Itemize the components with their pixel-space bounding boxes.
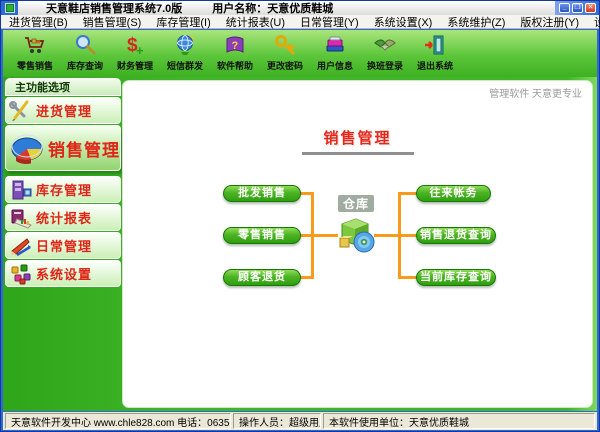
connector-left-stub-1 [299,192,313,195]
key-icon [272,32,298,58]
sidebar-item-label: 库存管理 [36,180,92,199]
toolbar-label: 财务管理 [117,59,153,72]
sidebar-item-label: 系统设置 [36,264,92,283]
toolbar-label: 零售销售 [17,59,53,72]
warehouse-icon [329,214,383,259]
toolbar-button-finance[interactable]: $+ 财务管理 [110,32,160,76]
sidebar-header: 主功能选项 [5,78,121,96]
toolbar-button-shift-login[interactable]: 换班登录 [360,32,410,76]
close-button[interactable]: ✕ [585,3,596,13]
sidebar-item-label: 统计报表 [36,208,92,227]
statusbar: 天意软件开发中心 www.chle828.com 电话：0635-7987905… [3,412,597,430]
sidebar-item-label: 日常管理 [36,236,92,255]
toolbar-label: 用户信息 [317,59,353,72]
menu-item-sales[interactable]: 销售管理(S) [83,14,142,30]
finance-icon: $+ [122,32,148,58]
connector-left-stub-2 [299,234,313,237]
toolbar-button-user-info[interactable]: 用户信息 [310,32,360,76]
sidebar-item-daily[interactable]: 日常管理 [5,232,121,259]
toolbar-label: 退出系统 [417,59,453,72]
menu-item-daily[interactable]: 日常管理(Y) [300,14,359,30]
tagline: 管理软件 天意更专业 [489,85,582,100]
sidebar-item-inventory[interactable]: 库存管理 [5,176,121,203]
page-title-wrap: 销售管理 [123,125,592,155]
connector-right-stub-2 [400,234,417,237]
user-books-icon [322,32,348,58]
minimize-button[interactable]: _ [559,3,570,13]
help-book-icon: ? [222,32,248,58]
toolbar-label: 更改密码 [267,59,303,72]
pill-customer-returns[interactable]: 顾客退货 [223,269,301,286]
maximize-button[interactable]: ❐ [572,3,583,13]
status-developer: 天意软件开发中心 www.chle828.com 电话：0635-7987905… [5,413,231,429]
menu-item-input-method[interactable]: 设置输入法(Z) [594,14,600,30]
menu-item-inventory[interactable]: 库存管理(I) [156,14,210,30]
pill-sales-return-query[interactable]: 销售退货查询 [416,227,496,244]
toolbar-button-sms[interactable]: 短信群发 [160,32,210,76]
toolbar-label: 软件帮助 [217,59,253,72]
svg-text:?: ? [232,40,239,52]
toolbar-label: 短信群发 [167,59,203,72]
menu-item-maintenance[interactable]: 系统维护(Z) [447,14,505,30]
svg-text:+: + [136,43,144,57]
search-icon [72,32,98,58]
globe-sms-icon [172,32,198,58]
warehouse-node: 仓库 [329,195,383,259]
pill-wholesale-sales[interactable]: 批发销售 [223,185,301,202]
pie-chart-icon [6,131,48,165]
pill-accounts[interactable]: 往来帐务 [416,185,491,202]
toolbar-button-help[interactable]: ? 软件帮助 [210,32,260,76]
pencil-arrows-icon [6,235,36,257]
exit-door-icon [422,32,448,58]
menu-item-reports[interactable]: 统计报表(U) [226,14,285,30]
cart-icon [22,32,48,58]
sidebar-item-settings[interactable]: 系统设置 [5,260,121,287]
blocks-icon [6,263,36,285]
connector-left-stub-3 [299,276,313,279]
connector-right-stub-3 [400,276,417,279]
shift-login-icon [372,32,398,58]
sidebar-item-label: 销售管理 [48,136,120,161]
toolbar-button-stock-query[interactable]: 库存查询 [60,32,110,76]
toolbar-label: 库存查询 [67,59,103,72]
sidebar: 主功能选项 进货管理 销售管理 库存管理 [5,78,121,287]
toolbar-label: 换班登录 [367,59,403,72]
sidebar-item-sales[interactable]: 销售管理 [5,125,121,171]
title-underline [302,152,414,155]
sidebar-item-reports[interactable]: 统计报表 [5,204,121,231]
sidebar-item-purchase[interactable]: 进货管理 [5,97,121,124]
toolbar-button-password[interactable]: 更改密码 [260,32,310,76]
menu-item-purchase[interactable]: 进货管理(B) [9,14,68,30]
status-operator: 操作人员：超级用户 [233,413,321,429]
page-title: 销售管理 [315,125,399,150]
tools-icon [6,100,36,122]
menubar: 进货管理(B) 销售管理(S) 库存管理(I) 统计报表(U) 日常管理(Y) … [1,15,599,29]
status-unit: 本软件使用单位：天意优质鞋城 [323,413,595,429]
toolbar-button-exit[interactable]: 退出系统 [410,32,460,76]
menu-item-settings[interactable]: 系统设置(X) [374,14,433,30]
app-icon [5,3,15,13]
warehouse-label: 仓库 [338,195,374,212]
connector-right-stub-1 [400,192,417,195]
toolbar-button-retail-sale[interactable]: 零售销售 [10,32,60,76]
sidebar-item-label: 进货管理 [36,101,92,120]
main-panel: 管理软件 天意更专业 销售管理 批发销售 零售销售 顾客退货 往来帐务 销售退货… [122,80,593,408]
app-window: 天意鞋店销售管理系统7.0版 用户名称：天意优质鞋城 _ ❐ ✕ 进货管理(B)… [0,0,600,432]
report-icon [6,207,36,229]
cabinet-icon [6,179,36,201]
menu-item-register[interactable]: 版权注册(Y) [520,14,579,30]
pill-retail-sales[interactable]: 零售销售 [223,227,301,244]
pill-current-stock-query[interactable]: 当前库存查询 [416,269,496,286]
toolbar: 零售销售 库存查询 $+ 财务管理 短信群发 ? 软件帮助 [3,30,597,77]
